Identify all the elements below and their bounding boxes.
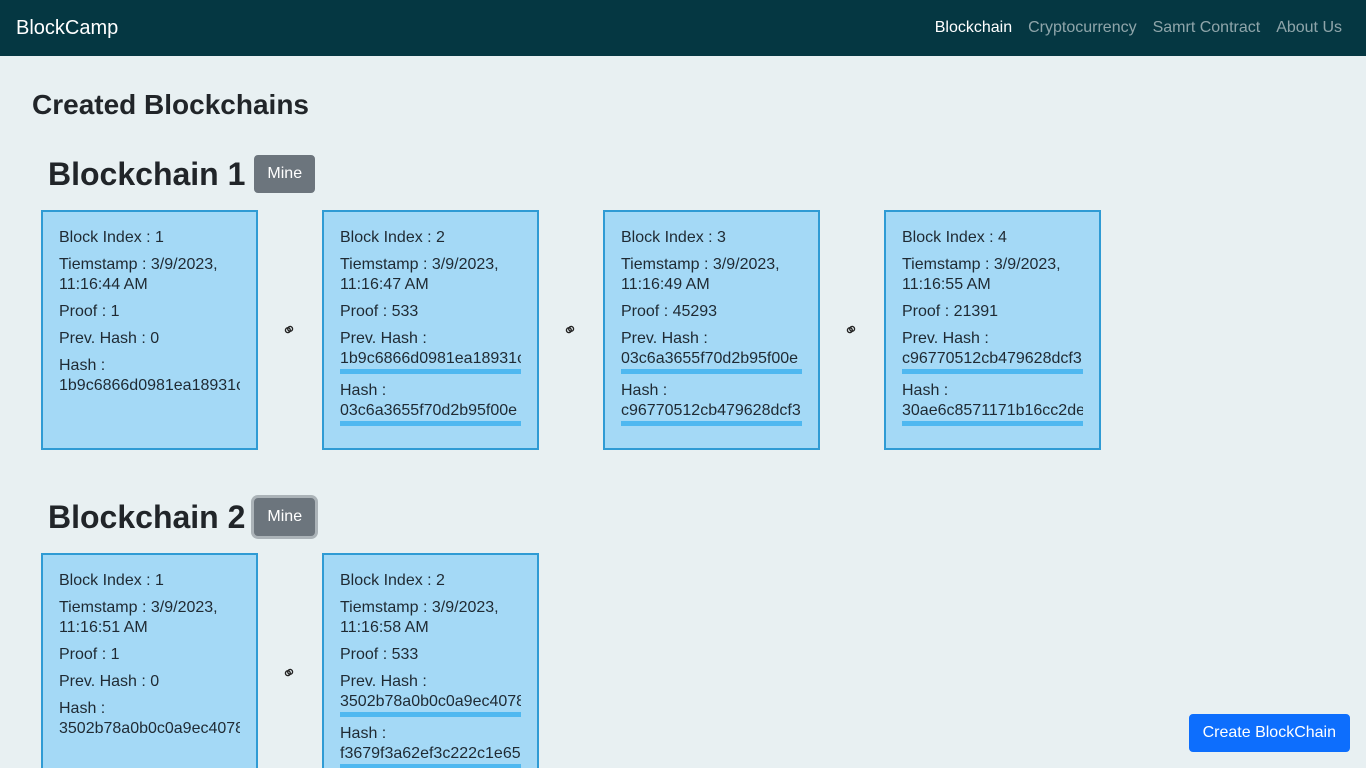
block-index: Block Index : 1 — [59, 229, 164, 246]
mine-button[interactable]: Mine — [254, 155, 316, 193]
block-prev-hash: Prev. Hash : 0 — [59, 330, 160, 347]
link-icon: ⚭ — [278, 660, 302, 686]
block-timestamp: Tiemstamp : 3/9/2023, 11:16:47 AM — [340, 256, 499, 293]
hash-scrollbox[interactable]: f3679f3a62ef3c222c1e65 — [340, 744, 521, 768]
block-prev-hash: Prev. Hash : 0 — [59, 673, 160, 690]
brand-logo[interactable]: BlockCamp — [16, 17, 118, 40]
block-prev-hash: Prev. Hash : 3502b78a0b0c0a9ec4078 — [340, 672, 521, 717]
link-icon: ⚭ — [278, 317, 302, 343]
block-prev-hash: Prev. Hash : c96770512cb479628dcf3 — [902, 329, 1083, 374]
prev-hash-scrollbox[interactable]: 03c6a3655f70d2b95f00e — [621, 349, 802, 374]
block-proof: Proof : 21391 — [902, 303, 999, 320]
block-prev-hash: Prev. Hash : 1b9c6866d0981ea18931c — [340, 329, 521, 374]
block-proof: Proof : 45293 — [621, 303, 718, 320]
blocks-row: Block Index : 1 Tiemstamp : 3/9/2023, 11:… — [32, 210, 1334, 450]
block-timestamp: Tiemstamp : 3/9/2023, 11:16:44 AM — [59, 256, 218, 293]
block-hash: Hash : c96770512cb479628dcf3 — [621, 381, 802, 426]
chains-container: Blockchain 1 Mine Block Index : 1 Tiemstamp… — [32, 155, 1334, 768]
block-prev-hash: Prev. Hash : 03c6a3655f70d2b95f00e — [621, 329, 802, 374]
blockchain-header: Blockchain 2 Mine — [32, 498, 1334, 536]
block-card: Block Index : 1 Tiemstamp : 3/9/2023, 11:… — [41, 553, 258, 768]
block-connector: ⚭ — [820, 317, 884, 343]
nav-link-cryptocurrency[interactable]: Cryptocurrency — [1020, 19, 1144, 37]
page-title: Created Blockchains — [32, 89, 309, 120]
nav-link-blockchain[interactable]: Blockchain — [927, 19, 1020, 37]
block-hash: Hash : 30ae6c8571171b16cc2de — [902, 381, 1083, 426]
block-index: Block Index : 2 — [340, 572, 445, 589]
block-timestamp: Tiemstamp : 3/9/2023, 11:16:55 AM — [902, 256, 1061, 293]
blockchain-section: Blockchain 1 Mine Block Index : 1 Tiemstamp… — [32, 155, 1334, 450]
block-timestamp: Tiemstamp : 3/9/2023, 11:16:49 AM — [621, 256, 780, 293]
block-card: Block Index : 4 Tiemstamp : 3/9/2023, 11:… — [884, 210, 1101, 450]
nav-links: Blockchain Cryptocurrency Samrt Contract… — [927, 19, 1350, 37]
block-connector: ⚭ — [258, 660, 322, 686]
hash-value: 3502b78a0b0c0a9ec4078 — [59, 720, 240, 737]
block-card: Block Index : 1 Tiemstamp : 3/9/2023, 11:… — [41, 210, 258, 450]
block-index: Block Index : 1 — [59, 572, 164, 589]
prev-hash-scrollbox[interactable]: 3502b78a0b0c0a9ec4078 — [340, 692, 521, 717]
block-proof: Proof : 1 — [59, 646, 120, 663]
block-card: Block Index : 2 Tiemstamp : 3/9/2023, 11:… — [322, 210, 539, 450]
block-hash: Hash : 1b9c6866d0981ea18931c — [59, 357, 240, 394]
block-connector: ⚭ — [258, 317, 322, 343]
create-blockchain-button[interactable]: Create BlockChain — [1188, 714, 1350, 752]
blockchain-header: Blockchain 1 Mine — [32, 155, 1334, 193]
mine-button[interactable]: Mine — [254, 498, 316, 536]
block-timestamp: Tiemstamp : 3/9/2023, 11:16:58 AM — [340, 599, 499, 636]
block-hash: Hash : 03c6a3655f70d2b95f00e — [340, 381, 521, 426]
link-icon: ⚭ — [559, 317, 583, 343]
nav-link-smart-contract[interactable]: Samrt Contract — [1145, 19, 1269, 37]
hash-scrollbox[interactable]: 30ae6c8571171b16cc2de — [902, 401, 1083, 426]
link-icon: ⚭ — [840, 317, 864, 343]
blockchain-title: Blockchain 2 — [48, 498, 246, 535]
hash-scrollbox[interactable]: 03c6a3655f70d2b95f00e — [340, 401, 521, 426]
navbar: BlockCamp Blockchain Cryptocurrency Samr… — [0, 0, 1366, 56]
block-proof: Proof : 533 — [340, 303, 419, 320]
block-proof: Proof : 1 — [59, 303, 120, 320]
blocks-row: Block Index : 1 Tiemstamp : 3/9/2023, 11:… — [32, 553, 1334, 768]
prev-hash-scrollbox[interactable]: 1b9c6866d0981ea18931c — [340, 349, 521, 374]
main-content: Created Blockchains Blockchain 1 Mine Bloc… — [0, 56, 1366, 768]
prev-hash-scrollbox[interactable]: c96770512cb479628dcf3 — [902, 349, 1083, 374]
block-proof: Proof : 533 — [340, 646, 419, 663]
blockchain-section: Blockchain 2 Mine Block Index : 1 Tiemstamp… — [32, 498, 1334, 768]
nav-link-about-us[interactable]: About Us — [1268, 19, 1350, 37]
block-card: Block Index : 2 Tiemstamp : 3/9/2023, 11:… — [322, 553, 539, 768]
hash-scrollbox[interactable]: c96770512cb479628dcf3 — [621, 401, 802, 426]
block-connector: ⚭ — [539, 317, 603, 343]
block-index: Block Index : 2 — [340, 229, 445, 246]
hash-value: 1b9c6866d0981ea18931c — [59, 377, 240, 394]
block-hash: Hash : 3502b78a0b0c0a9ec4078 — [59, 700, 240, 737]
block-index: Block Index : 4 — [902, 229, 1007, 246]
block-timestamp: Tiemstamp : 3/9/2023, 11:16:51 AM — [59, 599, 218, 636]
blockchain-title: Blockchain 1 — [48, 155, 246, 192]
block-index: Block Index : 3 — [621, 229, 726, 246]
block-hash: Hash : f3679f3a62ef3c222c1e65 — [340, 724, 521, 768]
block-card: Block Index : 3 Tiemstamp : 3/9/2023, 11:… — [603, 210, 820, 450]
